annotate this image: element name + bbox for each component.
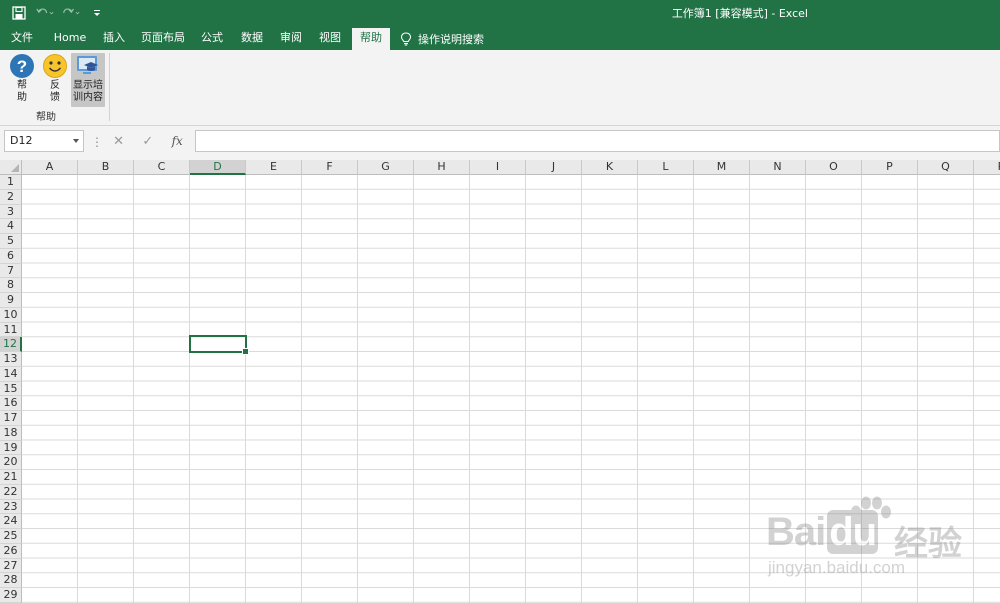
column-header-b[interactable]: B [78,160,134,175]
row-header-13[interactable]: 13 [0,352,22,367]
row-header-27[interactable]: 27 [0,558,22,574]
tab-insert[interactable]: 插入 [97,28,131,50]
row-header-20[interactable]: 20 [0,455,22,470]
svg-text:?: ? [17,57,27,76]
show-training-button[interactable]: 显示培 训内容 [71,53,105,107]
feedback-button-label-2: 馈 [50,92,60,103]
row-header-3[interactable]: 3 [0,204,22,220]
column-header-f[interactable]: F [302,160,358,175]
help-button[interactable]: ? 帮 助 [8,53,36,107]
group-separator [109,53,110,121]
column-header-g[interactable]: G [358,160,414,175]
column-header-m[interactable]: M [694,160,750,175]
column-header-r[interactable]: R [974,160,1000,175]
tab-formulas[interactable]: 公式 [194,28,230,50]
row-header-25[interactable]: 25 [0,529,22,544]
column-header-n[interactable]: N [750,160,806,175]
row-header-28[interactable]: 28 [0,573,22,588]
worksheet-grid: ABCDEFGHIJKLMNOPQR 123456789101112131415… [0,160,1000,603]
ribbon-help-panel: ? 帮 助 反 馈 显示培 训内容 帮助 [0,50,1000,126]
row-header-11[interactable]: 11 [0,322,22,338]
training-icon [77,56,98,74]
insert-function-icon[interactable]: fx [172,134,183,148]
row-header-5[interactable]: 5 [0,234,22,249]
enter-icon[interactable]: ✓ [142,134,153,149]
name-box-value: D12 [10,134,33,147]
help-button-label-1: 帮 [17,80,27,91]
column-header-e[interactable]: E [246,160,302,175]
column-header-h[interactable]: H [414,160,470,175]
tab-view[interactable]: 视图 [312,28,348,50]
quick-access-toolbar [10,4,106,22]
row-header-7[interactable]: 7 [0,263,22,279]
row-header-21[interactable]: 21 [0,470,22,485]
tab-help[interactable]: 帮助 [352,28,390,50]
tab-file[interactable]: 文件 [4,28,40,50]
window-title: 工作簿1 [兼容模式] - Excel [671,7,808,20]
row-header-12[interactable]: 12 [0,337,22,352]
column-header-d[interactable]: D [190,160,246,175]
feedback-button[interactable]: 反 馈 [41,53,69,107]
column-header-q[interactable]: Q [918,160,974,175]
row-header-9[interactable]: 9 [0,293,22,308]
help-button-label-2: 助 [17,92,27,103]
column-header-p[interactable]: P [862,160,918,175]
row-header-15[interactable]: 15 [0,381,22,397]
row-header-17[interactable]: 17 [0,411,22,426]
row-header-6[interactable]: 6 [0,248,22,264]
tab-review[interactable]: 审阅 [273,28,309,50]
row-header-29[interactable]: 29 [0,588,22,603]
group-label-help: 帮助 [36,112,56,123]
formula-bar-resize-handle[interactable]: ⋮ [91,135,103,149]
ribbon-tab-bar: 文件 Home 插入 页面布局 公式 数据 审阅 视图 帮助 操作说明搜索 [0,26,1000,50]
row-header-1[interactable]: 1 [0,175,22,190]
title-bar: 工作簿1 [兼容模式] - Excel [0,0,1000,26]
column-header-o[interactable]: O [806,160,862,175]
row-header-26[interactable]: 26 [0,543,22,559]
active-cell-d12[interactable] [189,335,249,355]
tell-me-search[interactable]: 操作说明搜索 [400,28,484,50]
tell-me-label: 操作说明搜索 [418,33,484,46]
row-header-10[interactable]: 10 [0,307,22,323]
smiley-icon [43,54,67,78]
lightbulb-icon [400,32,412,46]
tab-home[interactable]: Home [48,28,92,50]
cell-area[interactable] [22,175,1000,603]
column-header-l[interactable]: L [638,160,694,175]
show-training-label-1: 显示培 [73,80,103,91]
show-training-label-2: 训内容 [73,92,103,103]
tab-data[interactable]: 数据 [234,28,270,50]
column-header-i[interactable]: I [470,160,526,175]
help-icon: ? [10,54,34,78]
row-header-2[interactable]: 2 [0,189,22,205]
row-header-4[interactable]: 4 [0,219,22,234]
feedback-button-label-1: 反 [50,80,60,91]
save-icon[interactable] [10,4,28,22]
formula-input[interactable] [195,130,1000,152]
cancel-icon[interactable]: ✕ [113,134,124,149]
column-header-a[interactable]: A [22,160,78,175]
row-headers: 1 2 3 4 5 6 7 8 9 10 11 12 13 14 15 16 17 18 19 20 21 22 23 24 2… [0,175,22,603]
undo-icon[interactable] [36,4,54,22]
column-header-c[interactable]: C [134,160,190,175]
row-header-8[interactable]: 8 [0,278,22,293]
tab-page-layout[interactable]: 页面布局 [137,28,189,50]
name-box[interactable]: D12 [4,130,84,152]
column-headers: ABCDEFGHIJKLMNOPQR [22,160,1000,175]
row-header-19[interactable]: 19 [0,440,22,456]
row-header-23[interactable]: 23 [0,499,22,515]
customize-qat-icon[interactable] [88,4,106,22]
redo-icon[interactable] [62,4,80,22]
row-header-16[interactable]: 16 [0,396,22,411]
chevron-down-icon[interactable] [73,139,79,143]
column-header-j[interactable]: J [526,160,582,175]
row-header-18[interactable]: 18 [0,425,22,441]
select-all-button[interactable] [0,160,22,175]
row-header-14[interactable]: 14 [0,366,22,382]
formula-bar-area: D12 ⋮ ✕ ✓ fx [0,126,1000,160]
row-header-22[interactable]: 22 [0,484,22,500]
row-header-24[interactable]: 24 [0,514,22,529]
column-header-k[interactable]: K [582,160,638,175]
formula-buttons: ✕ ✓ fx [104,130,192,152]
